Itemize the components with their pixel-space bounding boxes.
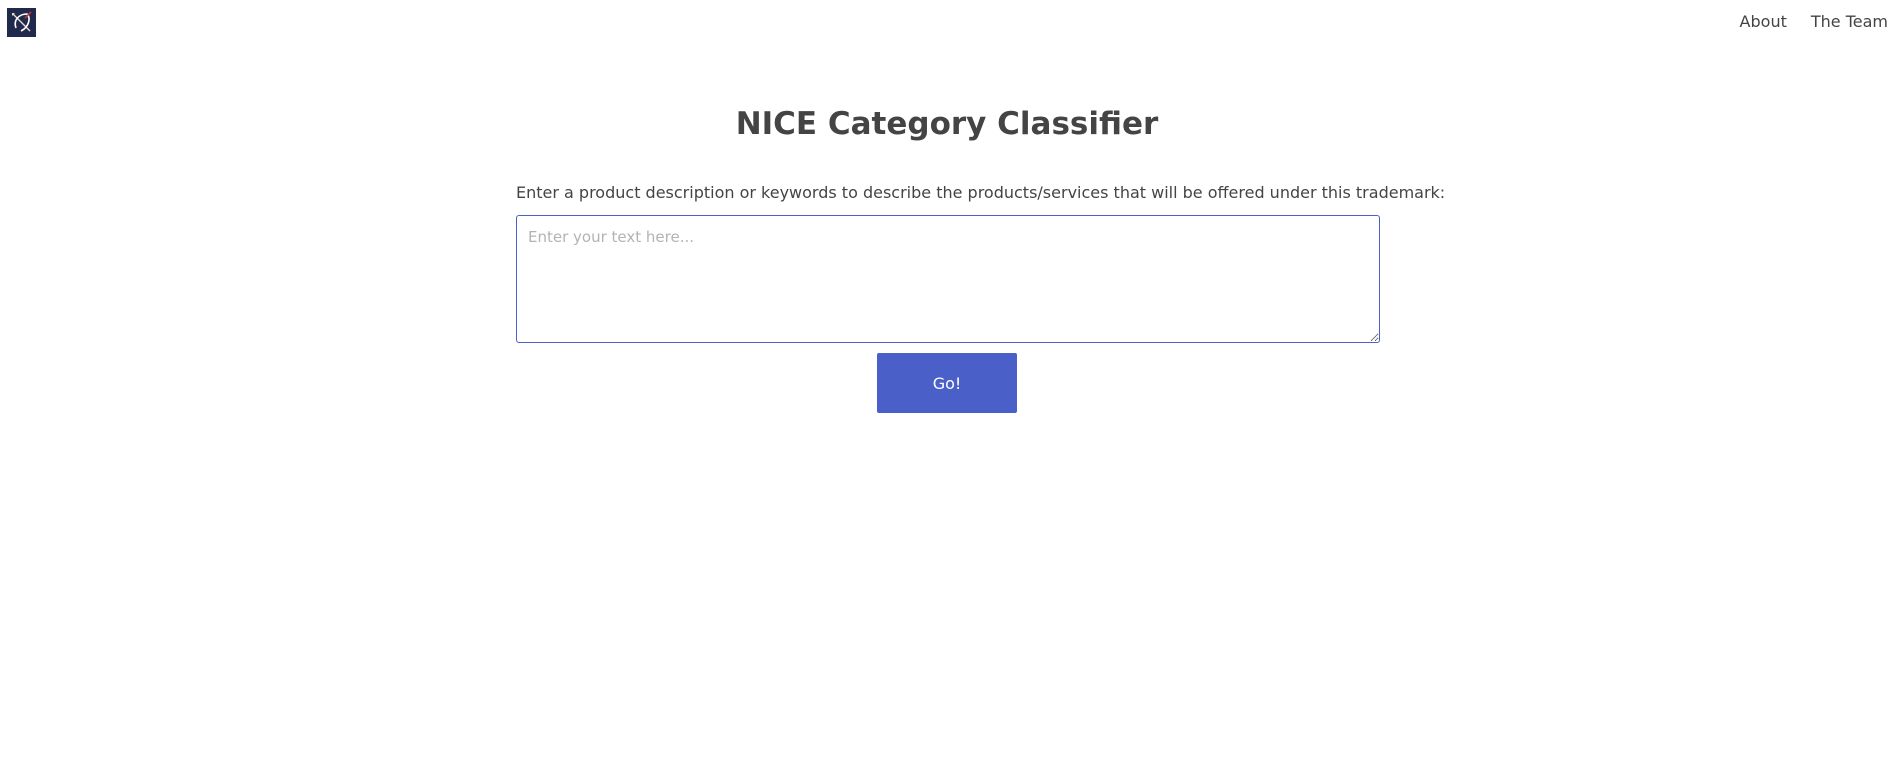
nav-links: About The Team [1740,12,1894,32]
logo-bow-icon [7,8,36,37]
nav-team-link[interactable]: The Team [1811,12,1888,32]
input-prompt-label: Enter a product description or keywords … [516,183,1446,202]
nav-about-link[interactable]: About [1740,12,1787,32]
top-navbar: About The Team [0,0,1894,44]
description-textarea[interactable] [516,215,1380,343]
go-button[interactable]: Go! [877,353,1017,413]
page-title: NICE Category Classifier [735,106,1159,142]
logo-icon[interactable] [7,8,36,37]
